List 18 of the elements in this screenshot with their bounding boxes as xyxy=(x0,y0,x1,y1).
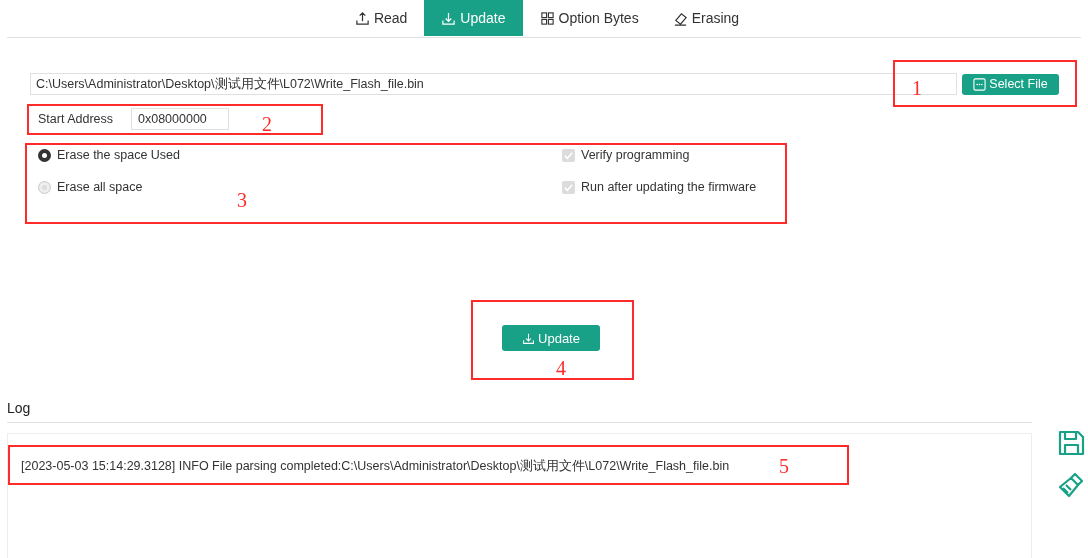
upload-icon xyxy=(354,10,370,26)
log-title: Log xyxy=(7,400,32,418)
log-line: [2023-05-03 15:14:29.3128] INFO File parsing completed:C:\Users\Administrator\Desktop\测试用文件\L072\Write_Flash_file.bin xyxy=(21,458,730,475)
download-icon xyxy=(441,10,457,26)
grid-icon xyxy=(539,10,555,26)
download-icon xyxy=(522,331,536,345)
save-icon[interactable] xyxy=(1057,429,1085,457)
annotation-number: 4 xyxy=(556,358,566,378)
start-address-label: Start Address xyxy=(38,112,115,126)
annotation-number: 2 xyxy=(262,114,272,134)
ellipsis-icon xyxy=(973,77,987,91)
annotation-number: 1 xyxy=(912,78,922,98)
eraser-icon xyxy=(672,10,688,26)
annotation-number: 3 xyxy=(237,190,247,210)
broom-icon[interactable] xyxy=(1057,471,1085,499)
start-address-field[interactable]: 0x08000000 xyxy=(131,108,229,130)
annotation-number: 5 xyxy=(779,456,789,476)
erase-option-radio[interactable]: Erase the space Used xyxy=(38,139,180,171)
